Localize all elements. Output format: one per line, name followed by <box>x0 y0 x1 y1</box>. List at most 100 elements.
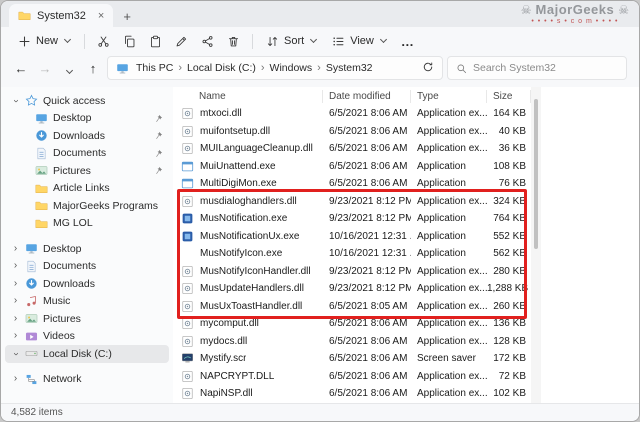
file-size: 172 KB <box>493 353 526 365</box>
file-row-musnotifyicon-exe[interactable]: MusNotifyIcon.exe 10/16/2021 12:31 ... App… <box>173 245 639 263</box>
file-type: Application ex... <box>417 335 487 347</box>
chevron-down-icon <box>379 35 387 44</box>
file-name: MusNotificationUx.exe <box>200 230 300 242</box>
chevron-icon[interactable]: › <box>11 296 20 306</box>
column-header-date-modified[interactable]: Date modified <box>323 89 411 103</box>
chevron-icon[interactable]: › <box>11 349 22 358</box>
address-bar[interactable]: This PC › Local Disk (C:) › Windows › System32 <box>107 56 443 80</box>
forward-button[interactable]: → <box>35 61 55 76</box>
sidebar-item-local-disk-c[interactable]: › Local Disk (C:) <box>5 345 169 363</box>
delete-button[interactable] <box>221 29 246 53</box>
file-row-muilanguagecleanup-dll[interactable]: MUILanguageCleanup.dll 6/5/2021 8:06 AM Ap… <box>173 140 639 158</box>
chevron-icon[interactable]: › <box>11 313 20 324</box>
sidebar-item-network[interactable]: › Network <box>5 371 169 389</box>
more-options-button[interactable]: … <box>395 29 420 53</box>
file-type: Application <box>417 230 466 242</box>
column-header-type[interactable]: Type <box>411 89 487 103</box>
file-row-napinsp-dll[interactable]: NapiNSP.dll 6/5/2021 8:06 AM Application e… <box>173 385 639 403</box>
chevron-icon[interactable]: › <box>11 243 20 254</box>
view-button[interactable]: View <box>325 32 394 51</box>
refresh-button[interactable] <box>422 61 434 76</box>
dll-icon <box>182 335 193 347</box>
pictures-icon <box>35 166 48 176</box>
sidebar-item-downloads[interactable]: Downloads <box>5 127 169 145</box>
file-row-muifontsetup-dll[interactable]: muifontsetup.dll 6/5/2021 8:06 AM Applicat… <box>173 123 639 141</box>
sort-button[interactable]: Sort <box>259 32 324 51</box>
sidebar-item-videos[interactable]: › Videos <box>5 328 169 346</box>
quick-access-star-icon <box>25 94 38 107</box>
window-tab[interactable]: System32 × <box>9 4 114 27</box>
scr-icon <box>182 353 193 363</box>
drive-icon <box>25 351 38 357</box>
chevron-icon[interactable]: › <box>11 374 20 384</box>
file-size: 102 KB <box>493 388 526 400</box>
breadcrumb-local-disk-c[interactable]: Local Disk (C:) <box>184 61 259 75</box>
sidebar-item-quick-access[interactable]: › Quick access <box>5 92 169 110</box>
file-row-mycomput-dll[interactable]: mycomput.dll 6/5/2021 8:06 AM Application … <box>173 315 639 333</box>
file-date-modified: 9/23/2021 8:12 PM <box>329 283 411 295</box>
file-row-musnotification-exe[interactable]: MusNotification.exe 9/23/2021 8:12 PM Appl… <box>173 210 639 228</box>
breadcrumb-this-pc[interactable]: This PC <box>133 61 176 75</box>
file-list-pane: Name Date modified Type Size mtxoci.dll 6… <box>173 87 639 403</box>
pin-icon <box>156 114 163 122</box>
titlebar: System32 × + ☠ MajorGeeks ☠ • • • • s • … <box>1 1 639 27</box>
sidebar-item-desktop[interactable]: Desktop <box>5 110 169 128</box>
up-button[interactable]: ↑ <box>83 61 103 76</box>
toolbar-separator <box>252 33 254 49</box>
search-box[interactable] <box>447 56 627 80</box>
close-tab-icon[interactable]: × <box>98 10 104 22</box>
sidebar-item-desktop[interactable]: › Desktop <box>5 240 169 258</box>
sidebar-item-downloads[interactable]: › Downloads <box>5 275 169 293</box>
column-header-name[interactable]: Name <box>173 89 323 103</box>
file-size: 40 KB <box>498 125 526 137</box>
share-button[interactable] <box>195 29 220 53</box>
file-row-musdialoghandlers-dll[interactable]: musdialoghandlers.dll 9/23/2021 8:12 PM Ap… <box>173 193 639 211</box>
file-type: Screen saver <box>417 353 476 365</box>
copy-button[interactable] <box>117 29 142 53</box>
file-row-multidigimon-exe[interactable]: MultiDigiMon.exe 6/5/2021 8:06 AM Applicat… <box>173 175 639 193</box>
file-date-modified: 9/23/2021 8:12 PM <box>329 195 411 207</box>
cut-button[interactable] <box>91 29 116 53</box>
share-icon <box>202 35 213 47</box>
file-row-mydocs-dll[interactable]: mydocs.dll 6/5/2021 8:06 AM Application ex… <box>173 333 639 351</box>
file-row-mystify-scr[interactable]: Mystify.scr 6/5/2021 8:06 AM Screen saver 1… <box>173 350 639 368</box>
sidebar-item-pictures[interactable]: › Pictures <box>5 310 169 328</box>
paste-button[interactable] <box>143 29 168 53</box>
sidebar-item-music[interactable]: › Music <box>5 293 169 311</box>
file-row-musupdatehandlers-dll[interactable]: MusUpdateHandlers.dll 9/23/2021 8:12 PM Ap… <box>173 280 639 298</box>
file-row-musuxtoasthandler-dll[interactable]: MusUxToastHandler.dll 6/5/2021 8:05 AM App… <box>173 298 639 316</box>
file-name: mtxoci.dll <box>200 108 242 120</box>
rename-button[interactable] <box>169 29 194 53</box>
chevron-icon[interactable]: › <box>11 261 20 271</box>
folder-icon <box>35 184 48 193</box>
file-row-muiunattend-exe[interactable]: MuiUnattend.exe 6/5/2021 8:06 AM Applicati… <box>173 158 639 176</box>
chevron-icon[interactable]: › <box>11 331 20 341</box>
chevron-icon[interactable]: › <box>11 278 20 289</box>
file-name: MusNotifyIcon.exe <box>200 248 283 260</box>
vertical-scrollbar[interactable] <box>531 87 541 403</box>
recent-locations-button[interactable] <box>59 61 79 76</box>
sidebar-item-majorgeeks-programs[interactable]: MajorGeeks Programs <box>5 197 169 215</box>
breadcrumb-windows[interactable]: Windows <box>267 61 316 75</box>
breadcrumb-system32[interactable]: System32 <box>323 61 376 75</box>
chevron-icon[interactable]: › <box>11 96 22 105</box>
search-input[interactable] <box>473 62 618 74</box>
sidebar-item-mg-lol[interactable]: MG LOL <box>5 215 169 233</box>
dll-icon <box>182 388 193 400</box>
breadcrumb: This PC › Local Disk (C:) › Windows › System32 <box>133 61 418 75</box>
scrollbar-thumb[interactable] <box>534 99 538 249</box>
file-row-musnotificationux-exe[interactable]: MusNotificationUx.exe 10/16/2021 12:31 ..… <box>173 228 639 246</box>
file-row-musnotifyiconhandler-dll[interactable]: MusNotifyIconHandler.dll 9/23/2021 8:12 P… <box>173 263 639 281</box>
sidebar-item-documents[interactable]: Documents <box>5 145 169 163</box>
file-size: 76 KB <box>498 178 526 190</box>
new-tab-button[interactable]: + <box>123 9 131 24</box>
column-header-size[interactable]: Size <box>487 89 531 103</box>
dll-icon <box>182 300 193 312</box>
new-button[interactable]: New <box>11 32 78 51</box>
file-row-mtxoci-dll[interactable]: mtxoci.dll 6/5/2021 8:06 AM Application ex… <box>173 105 639 123</box>
file-row-napcrypt-dll[interactable]: NAPCRYPT.DLL 6/5/2021 8:06 AM Application … <box>173 368 639 386</box>
sidebar-item-documents[interactable]: › Documents <box>5 258 169 276</box>
sidebar-item-pictures[interactable]: Pictures <box>5 162 169 180</box>
sidebar-item-article-links[interactable]: Article Links <box>5 180 169 198</box>
back-button[interactable]: ← <box>11 61 31 76</box>
